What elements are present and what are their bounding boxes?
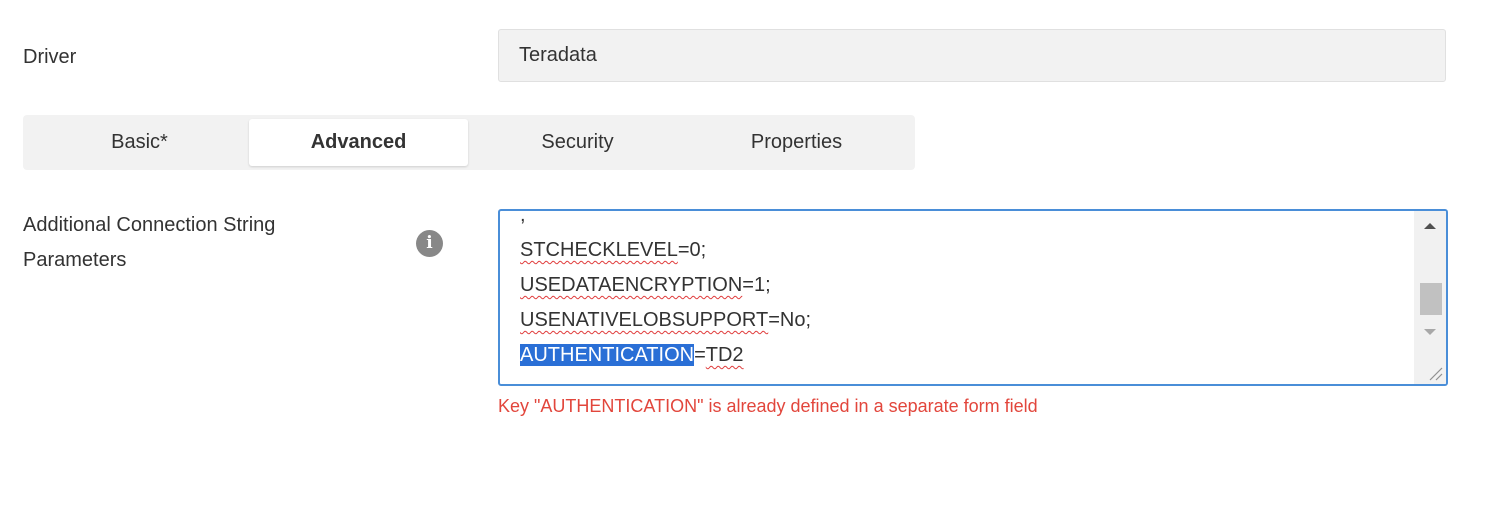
tab-advanced[interactable]: Advanced [249,119,468,166]
info-icon[interactable]: i [416,230,443,257]
line-value-usenativelobsupport: =No; [768,309,812,331]
scroll-down-arrow-icon[interactable] [1424,329,1436,335]
tab-security[interactable]: Security [468,119,687,166]
validation-error: Key "AUTHENTICATION" is already defined … [498,396,1038,416]
driver-field[interactable]: Teradata [498,29,1446,82]
additional-params-label: Additional Connection String Parameters [23,214,276,271]
line-value-authentication: TD2 [705,344,744,366]
scroll-up-arrow-icon[interactable] [1424,223,1436,229]
textarea-text: , STCHECKLEVEL=0; USEDATAENCRYPTION=1; U… [520,209,812,373]
connection-form: Driver Teradata Basic* Advanced Security… [0,0,1500,506]
line-key-stchecklevel: STCHECKLEVEL [520,239,678,261]
additional-params-textarea[interactable]: , STCHECKLEVEL=0; USEDATAENCRYPTION=1; U… [498,209,1448,386]
line-value-usedataencryption: =1; [742,274,771,296]
driver-label: Driver [23,46,77,68]
textarea-scrollbar[interactable] [1414,211,1446,384]
line-key-usedataencryption: USEDATAENCRYPTION [520,274,743,296]
resize-handle-icon[interactable] [1426,364,1444,382]
selected-text-authentication: AUTHENTICATION [520,344,695,366]
line-sep-authentication: = [694,344,706,366]
line-key-usenativelobsupport: USENATIVELOBSUPPORT [520,309,769,331]
tab-basic[interactable]: Basic* [30,119,249,166]
tab-properties[interactable]: Properties [687,119,906,166]
line-value-stchecklevel: =0; [677,239,707,261]
scroll-thumb[interactable] [1420,283,1442,315]
tab-bar: Basic* Advanced Security Properties [23,115,915,170]
line-comma: , [520,209,526,226]
